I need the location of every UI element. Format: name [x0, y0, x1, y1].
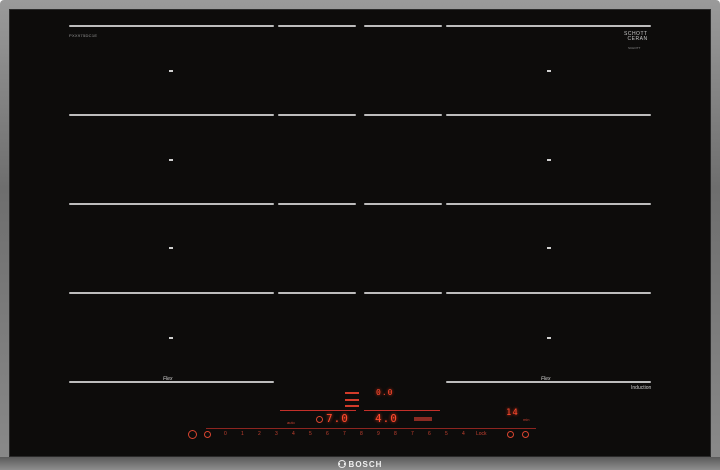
- settings-button[interactable]: [522, 431, 529, 438]
- timer-unit-label: min: [523, 417, 530, 422]
- zone-line-top-left: [69, 25, 274, 27]
- slider-lock-label[interactable]: Lock: [476, 431, 487, 437]
- zone-line-top-mid-left: [278, 25, 356, 27]
- level-bar: [345, 399, 359, 401]
- zone-line-3-right: [446, 203, 651, 205]
- zone-selector-indicator[interactable]: [414, 417, 432, 421]
- zone-line-3-left: [69, 203, 274, 205]
- touch-divider-right: [364, 410, 440, 411]
- slider-step-10[interactable]: 8: [394, 431, 397, 437]
- zone-center-mark: [547, 247, 551, 249]
- flex-zone-label-left: Flex: [163, 376, 173, 382]
- center-power-display: 4.0: [375, 412, 398, 425]
- slider-step-6[interactable]: 6: [326, 431, 329, 437]
- slider-track[interactable]: [206, 428, 536, 429]
- slider-step-7[interactable]: 7: [343, 431, 346, 437]
- brand-name: BOSCH: [348, 459, 383, 469]
- zone-center-mark: [169, 159, 173, 161]
- zone-center-mark: [547, 70, 551, 72]
- timer-button[interactable]: [507, 431, 514, 438]
- brand-logo: BOSCH: [320, 458, 400, 470]
- zone-line-4-mid-right: [364, 292, 442, 294]
- slider-step-3[interactable]: 3: [275, 431, 278, 437]
- model-number: PXX975DC1E: [69, 33, 98, 38]
- zone-line-2-right: [446, 114, 651, 116]
- slider-step-4[interactable]: 4: [292, 431, 295, 437]
- auto-label: auto: [287, 420, 295, 425]
- slider-step-9[interactable]: 9: [377, 431, 380, 437]
- glass-brand-logo: SCHOTT CERAN: [624, 32, 648, 42]
- touch-divider-left: [280, 410, 356, 411]
- slider-step-14[interactable]: 4: [462, 431, 465, 437]
- slider-step-12[interactable]: 6: [428, 431, 431, 437]
- zone-line-4-mid-left: [278, 292, 356, 294]
- timer-display: 14: [506, 408, 519, 418]
- zone-line-2-left: [69, 114, 274, 116]
- level-bar: [345, 392, 359, 394]
- cooktop: PXX975DC1E SCHOTT CERAN SCHOTT Flex Flex…: [0, 0, 720, 470]
- slider-step-0[interactable]: 0: [224, 431, 227, 437]
- child-lock-button[interactable]: [204, 431, 211, 438]
- glass-surface: [9, 9, 711, 457]
- glass-brand-line-2: CERAN: [627, 36, 648, 42]
- zone-line-3-mid-left: [278, 203, 356, 205]
- zone-line-3-mid-right: [364, 203, 442, 205]
- zone-center-mark: [169, 70, 173, 72]
- zone-line-4-left: [69, 292, 274, 294]
- induction-label: Induction: [631, 385, 652, 391]
- bosch-armature-icon: [337, 460, 346, 468]
- glass-brand-sub: SCHOTT: [628, 46, 641, 50]
- timer-button-left[interactable]: [316, 416, 323, 423]
- zone-center-mark: [169, 247, 173, 249]
- zone-center-mark: [547, 337, 551, 339]
- slider-step-2[interactable]: 2: [258, 431, 261, 437]
- slider-step-5[interactable]: 5: [309, 431, 312, 437]
- slider-step-13[interactable]: 5: [445, 431, 448, 437]
- power-button[interactable]: [188, 430, 197, 439]
- slider-step-11[interactable]: 7: [411, 431, 414, 437]
- zone-line-top-mid-right: [364, 25, 442, 27]
- zone-line-4-right: [446, 292, 651, 294]
- top-display: 0.0: [376, 388, 394, 397]
- zone-line-top-right: [446, 25, 651, 27]
- zone-center-mark: [547, 159, 551, 161]
- slider-step-1[interactable]: 1: [241, 431, 244, 437]
- zone-center-mark: [169, 337, 173, 339]
- left-power-display: 7.0: [326, 412, 349, 425]
- flex-zone-label-right: Flex: [541, 376, 551, 382]
- zone-line-2-mid-right: [364, 114, 442, 116]
- zone-line-2-mid-left: [278, 114, 356, 116]
- slider-step-8[interactable]: 8: [360, 431, 363, 437]
- level-bar: [345, 405, 359, 407]
